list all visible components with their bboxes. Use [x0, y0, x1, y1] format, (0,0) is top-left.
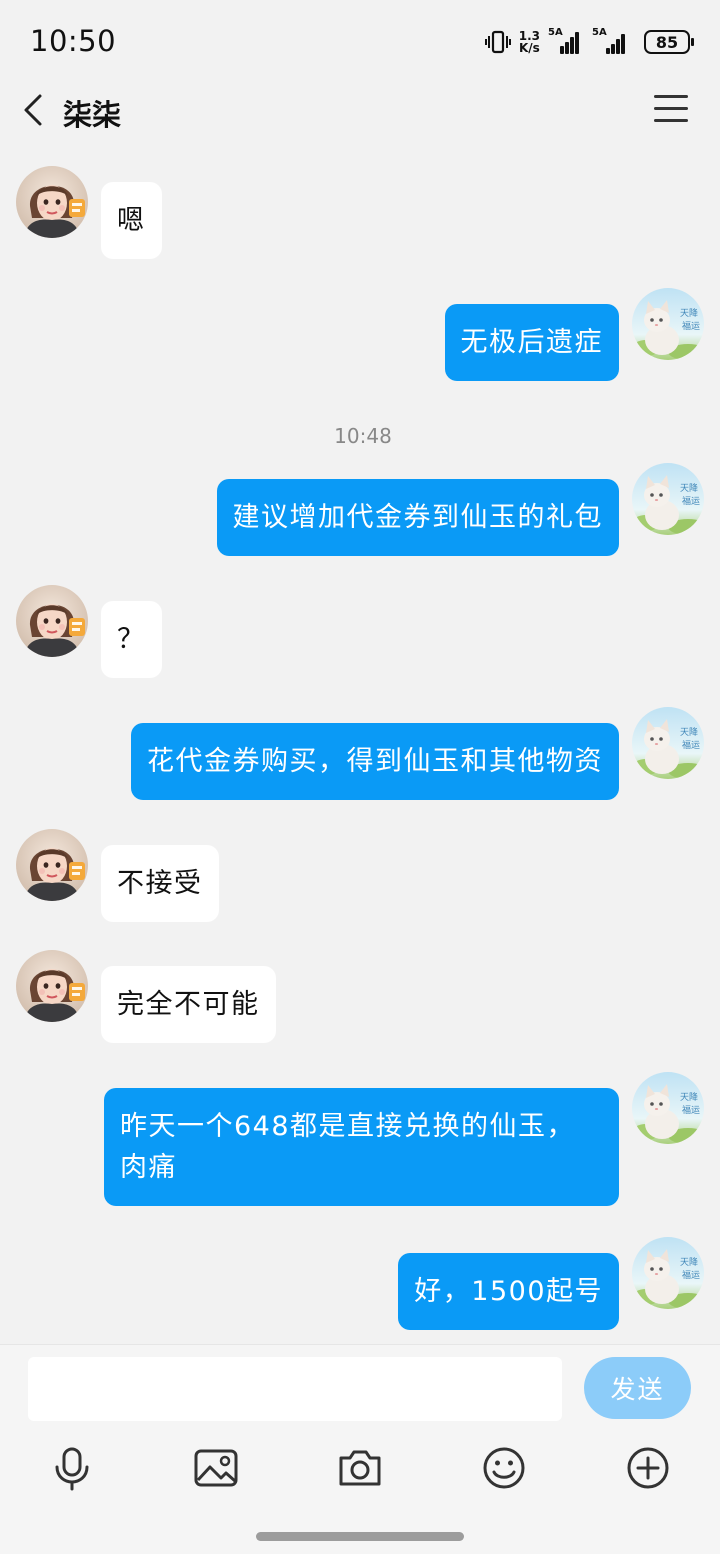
incoming-message-bubble[interactable]: 不接受 — [101, 845, 219, 922]
incoming-message-bubble[interactable]: 嗯 — [101, 182, 162, 259]
my-avatar[interactable] — [632, 288, 704, 360]
status-time: 10:50 — [30, 24, 117, 58]
microphone-icon[interactable] — [47, 1443, 97, 1493]
contact-name: 柒柒 — [63, 98, 122, 132]
vibrate-icon — [484, 30, 511, 54]
outgoing-message-bubble[interactable]: 花代金券购买，得到仙玉和其他物资 — [131, 723, 619, 800]
status-icons: 1.3 K/s 5A 5A 85 — [484, 26, 694, 58]
contact-avatar[interactable] — [16, 585, 88, 657]
network-speed: 1.3 K/s — [519, 30, 540, 54]
signal-icon-1: 5A — [548, 27, 580, 54]
camera-icon[interactable] — [335, 1443, 385, 1493]
message-timestamp: 10:48 — [334, 424, 392, 448]
battery-level: 85 — [655, 32, 679, 52]
outgoing-message-bubble[interactable]: 无极后遗症 — [444, 304, 619, 381]
battery-icon: 85 — [644, 30, 694, 54]
signal-label-1: 5A — [548, 27, 563, 38]
emoji-icon[interactable] — [479, 1443, 529, 1493]
contact-avatar[interactable] — [16, 950, 88, 1022]
chat-header: 柒柒 — [0, 80, 720, 140]
signal-icon-2: 5A — [592, 27, 628, 54]
my-avatar[interactable] — [632, 463, 704, 535]
contact-avatar[interactable] — [16, 166, 88, 238]
my-avatar[interactable] — [632, 1237, 704, 1309]
status-bar: 10:50 1.3 K/s 5A 5A 85 — [0, 0, 720, 80]
signal-label-2: 5A — [592, 27, 607, 38]
outgoing-message-bubble[interactable]: 昨天一个648都是直接兑换的仙玉，肉痛 — [104, 1088, 619, 1206]
outgoing-message-bubble[interactable]: 好，1500起号 — [398, 1253, 619, 1330]
contact-avatar[interactable] — [16, 829, 88, 901]
send-button[interactable]: 发送 — [584, 1357, 691, 1419]
incoming-message-bubble[interactable]: 完全不可能 — [101, 966, 276, 1043]
image-icon[interactable] — [191, 1443, 241, 1493]
home-indicator[interactable] — [256, 1532, 464, 1541]
menu-icon[interactable] — [654, 95, 688, 125]
message-input[interactable] — [28, 1357, 562, 1421]
incoming-message-bubble[interactable]: ？ — [101, 601, 162, 678]
my-avatar[interactable] — [632, 1072, 704, 1144]
back-arrow-icon[interactable] — [18, 92, 52, 128]
composer-area: 发送 — [0, 1344, 720, 1554]
plus-icon[interactable] — [623, 1443, 673, 1493]
network-speed-unit: K/s — [518, 41, 540, 55]
outgoing-message-bubble[interactable]: 建议增加代金券到仙玉的礼包 — [216, 479, 619, 556]
my-avatar[interactable] — [632, 707, 704, 779]
